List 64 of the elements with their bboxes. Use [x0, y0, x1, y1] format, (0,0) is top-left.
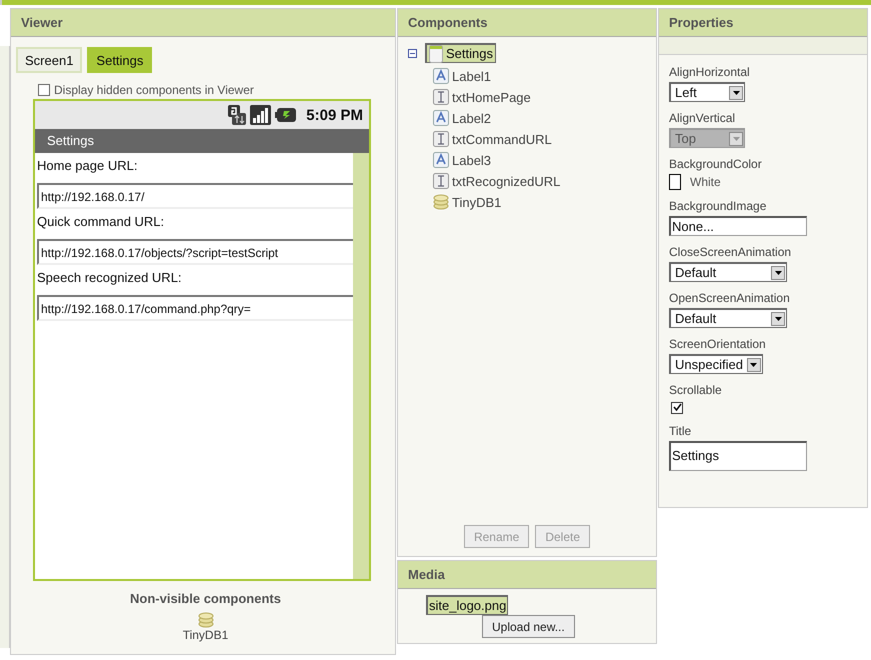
caret-icon — [746, 358, 761, 372]
network-icon — [228, 105, 246, 125]
label-icon — [433, 152, 449, 168]
checkbox[interactable] — [38, 84, 50, 96]
property-label: Title — [669, 424, 692, 438]
tree-item[interactable]: txtCommandURL — [433, 131, 552, 147]
battery-icon — [275, 108, 296, 122]
signal-icon — [250, 105, 272, 125]
section-heading: Non-visible components — [129, 591, 282, 606]
caret-icon — [771, 266, 785, 280]
upload-button[interactable]: Upload new... — [482, 615, 575, 638]
checkbox[interactable] — [671, 402, 683, 414]
property-label: AlignVertical — [669, 111, 736, 125]
property-label: OpenScreenAnimation — [669, 291, 791, 305]
text-field[interactable]: http://192.168.0.17/command.php?qry= — [37, 295, 353, 321]
caret-icon — [729, 132, 743, 146]
database-icon — [433, 194, 449, 210]
media-file[interactable]: site_logo.png — [426, 595, 508, 615]
text-field[interactable]: Settings — [669, 441, 807, 471]
textbox-icon — [433, 131, 449, 147]
dropdown[interactable]: Default — [669, 308, 787, 328]
property-label: CloseScreenAnimation — [669, 245, 792, 259]
app-title-bar: Settings — [35, 129, 369, 153]
panel-header: Components — [398, 9, 656, 37]
property-label: BackgroundColor — [669, 157, 763, 171]
status-time: 5:09 PM — [306, 106, 363, 124]
text-field[interactable]: None... — [669, 216, 807, 236]
checkbox-label: Display hidden components in Viewer — [54, 83, 254, 97]
tree-item[interactable]: txtHomePage — [433, 89, 531, 105]
textbox-icon — [433, 173, 449, 189]
tree-item[interactable]: Label2 — [433, 110, 492, 126]
tree-item[interactable]: TinyDB1 — [433, 194, 502, 210]
panel-header: Properties — [659, 9, 867, 37]
field-label: Quick command URL: — [36, 213, 166, 231]
property-label: Scrollable — [669, 383, 723, 397]
color-name: White — [690, 175, 721, 189]
field-label: Speech recognized URL: — [36, 269, 183, 287]
textbox-icon — [433, 89, 449, 105]
text-field[interactable]: http://192.168.0.17/objects/?script=testScript — [37, 239, 353, 265]
tree-item[interactable]: txtRecognizedURL — [433, 173, 560, 189]
tree-item[interactable]: Label3 — [433, 152, 492, 168]
component-name: TinyDB1 — [182, 628, 228, 642]
tree-item[interactable]: Settings — [425, 43, 496, 63]
color-swatch[interactable] — [669, 174, 681, 190]
text-field[interactable]: http://192.168.0.17/ — [37, 183, 353, 209]
label-icon — [433, 110, 449, 126]
caret-icon — [729, 86, 743, 100]
field-label: Home page URL: — [36, 157, 138, 175]
dropdown[interactable]: Unspecified — [669, 354, 763, 374]
caret-icon — [771, 312, 785, 326]
screen-icon — [429, 44, 443, 62]
screen-tab[interactable]: Screen1 — [16, 47, 82, 73]
panel-header: Viewer — [11, 9, 395, 37]
screen-tab[interactable]: Settings — [87, 47, 152, 73]
database-icon — [198, 612, 214, 628]
panel-header: Media — [398, 561, 656, 589]
collapse-icon[interactable] — [408, 48, 417, 58]
tree-item[interactable]: Label1 — [433, 68, 492, 84]
property-label: ScreenOrientation — [669, 337, 767, 351]
property-label: AlignHorizontal — [669, 65, 751, 79]
property-label: BackgroundImage — [669, 199, 768, 213]
label-icon — [433, 68, 449, 84]
dropdown[interactable]: Default — [669, 262, 787, 282]
dropdown[interactable]: Left — [669, 82, 745, 102]
